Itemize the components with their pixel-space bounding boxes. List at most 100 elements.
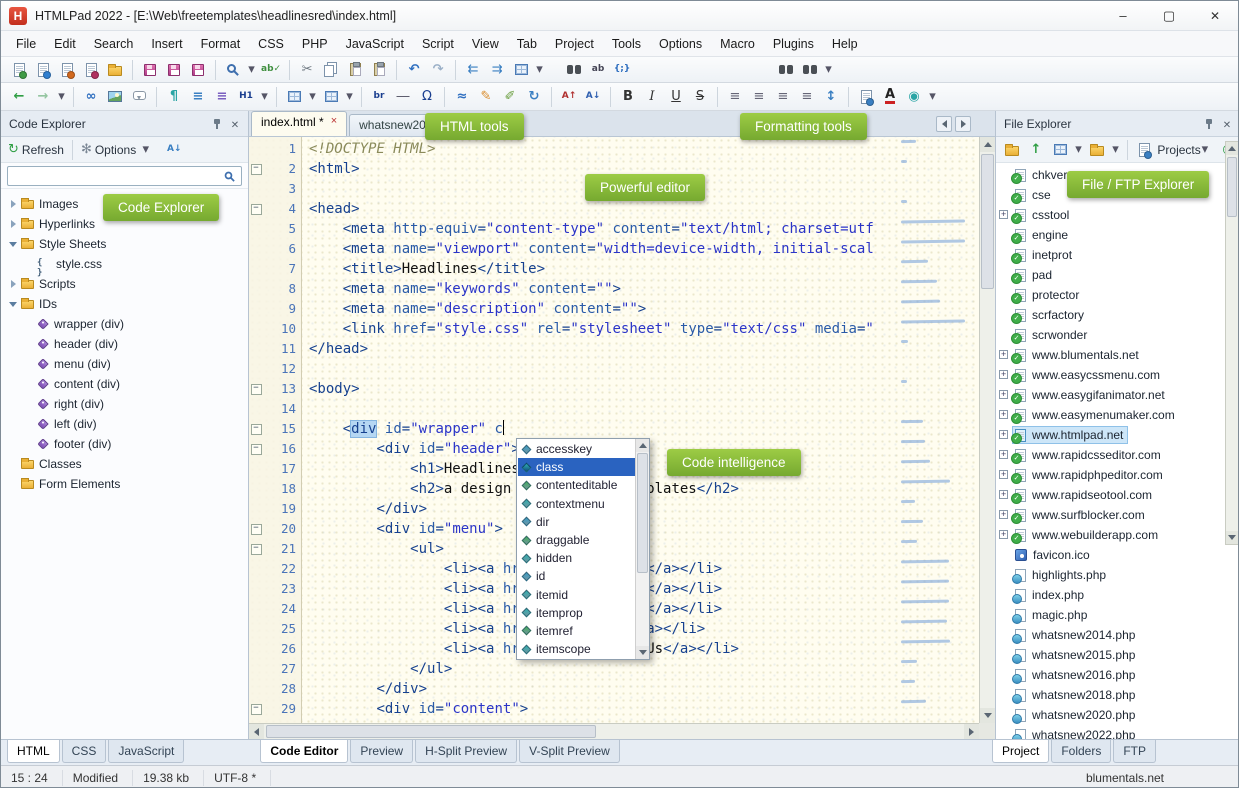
menu-item-php[interactable]: PHP xyxy=(293,33,337,55)
minimize-button[interactable]: – xyxy=(1100,1,1146,30)
file-item-protector[interactable]: protector xyxy=(996,285,1224,305)
tab-scroll-right-icon[interactable] xyxy=(955,116,971,132)
vertical-scroll-thumb[interactable] xyxy=(637,453,648,573)
file-item-www-rapidseotool-com[interactable]: www.rapidseotool.com xyxy=(996,485,1224,505)
expand-icon[interactable] xyxy=(999,369,1008,379)
code-text[interactable]: <!DOCTYPE HTML> xyxy=(302,139,435,159)
language-tab-javascript[interactable]: JavaScript xyxy=(108,740,185,763)
editor-vertical-scrollbar[interactable] xyxy=(979,137,995,723)
autocomplete-item-class[interactable]: class xyxy=(518,458,635,477)
file-item-www-surfblocker-com[interactable]: www.surfblocker.com xyxy=(996,505,1224,525)
page-properties-icon[interactable] xyxy=(855,86,877,108)
paste-as-html-icon[interactable] xyxy=(368,59,390,81)
menu-item-project[interactable]: Project xyxy=(546,33,603,55)
code-text[interactable]: </div> xyxy=(302,499,427,519)
fold-toggle-icon[interactable] xyxy=(249,519,263,539)
expand-icon[interactable] xyxy=(999,209,1008,219)
fold-toggle-icon[interactable] xyxy=(249,199,263,219)
close-panel-icon[interactable] xyxy=(1220,117,1234,131)
expand-icon[interactable] xyxy=(999,389,1008,399)
autocomplete-item-hidden[interactable]: hidden xyxy=(518,549,635,567)
view-tab-preview[interactable]: Preview xyxy=(350,740,414,763)
align-center-icon[interactable]: ≡ xyxy=(748,86,770,108)
menu-item-javascript[interactable]: JavaScript xyxy=(337,33,413,55)
code-snippets-icon[interactable]: {;} xyxy=(611,59,633,81)
tab-scroll-left-icon[interactable] xyxy=(936,116,952,132)
file-explorer-scrollbar[interactable] xyxy=(1225,141,1238,545)
pin-icon[interactable] xyxy=(212,118,222,130)
open-site-icon[interactable] xyxy=(1001,140,1023,160)
file-item-highlights-php[interactable]: highlights.php xyxy=(996,565,1224,585)
file-item-whatsnew2015-php[interactable]: whatsnew2015.php xyxy=(996,645,1224,665)
increase-font-icon[interactable]: A↑ xyxy=(558,86,580,108)
paste-icon[interactable] xyxy=(344,59,366,81)
code-text[interactable]: <meta name="description" content=""> xyxy=(302,299,647,319)
autocomplete-item-dir[interactable]: dir xyxy=(518,513,635,531)
menu-item-tools[interactable]: Tools xyxy=(603,33,650,55)
language-tab-css[interactable]: CSS xyxy=(61,740,107,763)
open-from-web-icon[interactable] xyxy=(32,59,54,81)
close-button[interactable]: ✕ xyxy=(1192,1,1238,30)
view-tab-code-editor[interactable]: Code Editor xyxy=(260,740,349,763)
code-text[interactable]: <meta name="viewport" content="width=dev… xyxy=(302,239,874,259)
code-text[interactable]: <ul> xyxy=(302,539,444,559)
code-text[interactable]: <li><a href="#">Homepage</a></li> xyxy=(302,559,722,579)
collapse-icon[interactable] xyxy=(7,298,19,310)
tree-item-left-div[interactable]: left (div) xyxy=(1,414,248,434)
file-item-engine[interactable]: engine xyxy=(996,225,1224,245)
code-text[interactable]: <li><a href="#">Services</a></li> xyxy=(302,579,722,599)
sort-icon[interactable]: A↓ xyxy=(163,140,185,160)
copy-icon[interactable] xyxy=(320,59,342,81)
decrease-font-icon[interactable]: A↓ xyxy=(582,86,604,108)
search-dropdown[interactable]: ▾ xyxy=(246,59,257,81)
file-item-pad[interactable]: pad xyxy=(996,265,1224,285)
scroll-right-icon[interactable] xyxy=(964,724,979,739)
replace-icon[interactable]: ab xyxy=(587,59,609,81)
expand-icon[interactable] xyxy=(999,469,1008,479)
code-text[interactable]: <div id="header"> xyxy=(302,439,519,459)
line-spacing-icon[interactable]: ↕ xyxy=(820,86,842,108)
expand-icon[interactable] xyxy=(999,449,1008,459)
tree-item-wrapper-div[interactable]: wrapper (div) xyxy=(1,314,248,334)
projects-dropdown[interactable]: ▾ xyxy=(1199,140,1210,160)
new-from-template-icon[interactable] xyxy=(56,59,78,81)
open-file-icon[interactable] xyxy=(104,59,126,81)
code-text[interactable] xyxy=(302,359,309,379)
comment-icon[interactable] xyxy=(128,86,150,108)
upload-icon[interactable]: ↑ xyxy=(1025,140,1047,160)
expand-icon[interactable] xyxy=(999,489,1008,499)
file-item-whatsnew2014-php[interactable]: whatsnew2014.php xyxy=(996,625,1224,645)
file-item-www-blumentals-net[interactable]: www.blumentals.net xyxy=(996,345,1224,365)
bold-icon[interactable]: B xyxy=(617,86,639,108)
table-icon[interactable] xyxy=(283,86,305,108)
email-document-icon[interactable] xyxy=(80,59,102,81)
menu-item-help[interactable]: Help xyxy=(823,33,867,55)
save-all-icon[interactable] xyxy=(163,59,185,81)
pin-icon[interactable] xyxy=(1204,118,1214,130)
code-text[interactable]: <link href="style.css" rel="stylesheet" … xyxy=(302,319,874,339)
code-text[interactable]: <html> xyxy=(302,159,360,179)
code-text[interactable]: </head> xyxy=(302,339,368,359)
autocomplete-item-itemprop[interactable]: itemprop xyxy=(518,604,635,622)
explorer-tab-project[interactable]: Project xyxy=(991,740,1050,763)
close-panel-icon[interactable] xyxy=(228,117,242,131)
file-item-csstool[interactable]: csstool xyxy=(996,205,1224,225)
scroll-down-icon[interactable] xyxy=(980,708,995,723)
save-icon[interactable] xyxy=(139,59,161,81)
editor-tab-index-html[interactable]: index.html * × xyxy=(251,111,348,136)
horizontal-rule-icon[interactable]: ― xyxy=(392,86,414,108)
autocomplete-item-id[interactable]: id xyxy=(518,567,635,585)
autocomplete-item-itemref[interactable]: itemref xyxy=(518,622,635,640)
scroll-left-icon[interactable] xyxy=(249,724,264,739)
code-text[interactable]: <meta http-equiv="content-type" content=… xyxy=(302,219,874,239)
expand-icon[interactable] xyxy=(999,509,1008,519)
file-item-favicon-ico[interactable]: favicon.ico xyxy=(996,545,1224,565)
code-text[interactable]: </ul> xyxy=(302,659,452,679)
autocomplete-item-contextmenu[interactable]: contextmenu xyxy=(518,495,635,513)
view-tab-v-split-preview[interactable]: V-Split Preview xyxy=(519,740,620,763)
file-item-inetprot[interactable]: inetprot xyxy=(996,245,1224,265)
file-item-whatsnew2020-php[interactable]: whatsnew2020.php xyxy=(996,705,1224,725)
format-painter-icon[interactable]: ✐ xyxy=(499,86,521,108)
navigation-dropdown[interactable]: ▾ xyxy=(56,86,67,108)
italic-icon[interactable]: I xyxy=(641,86,663,108)
